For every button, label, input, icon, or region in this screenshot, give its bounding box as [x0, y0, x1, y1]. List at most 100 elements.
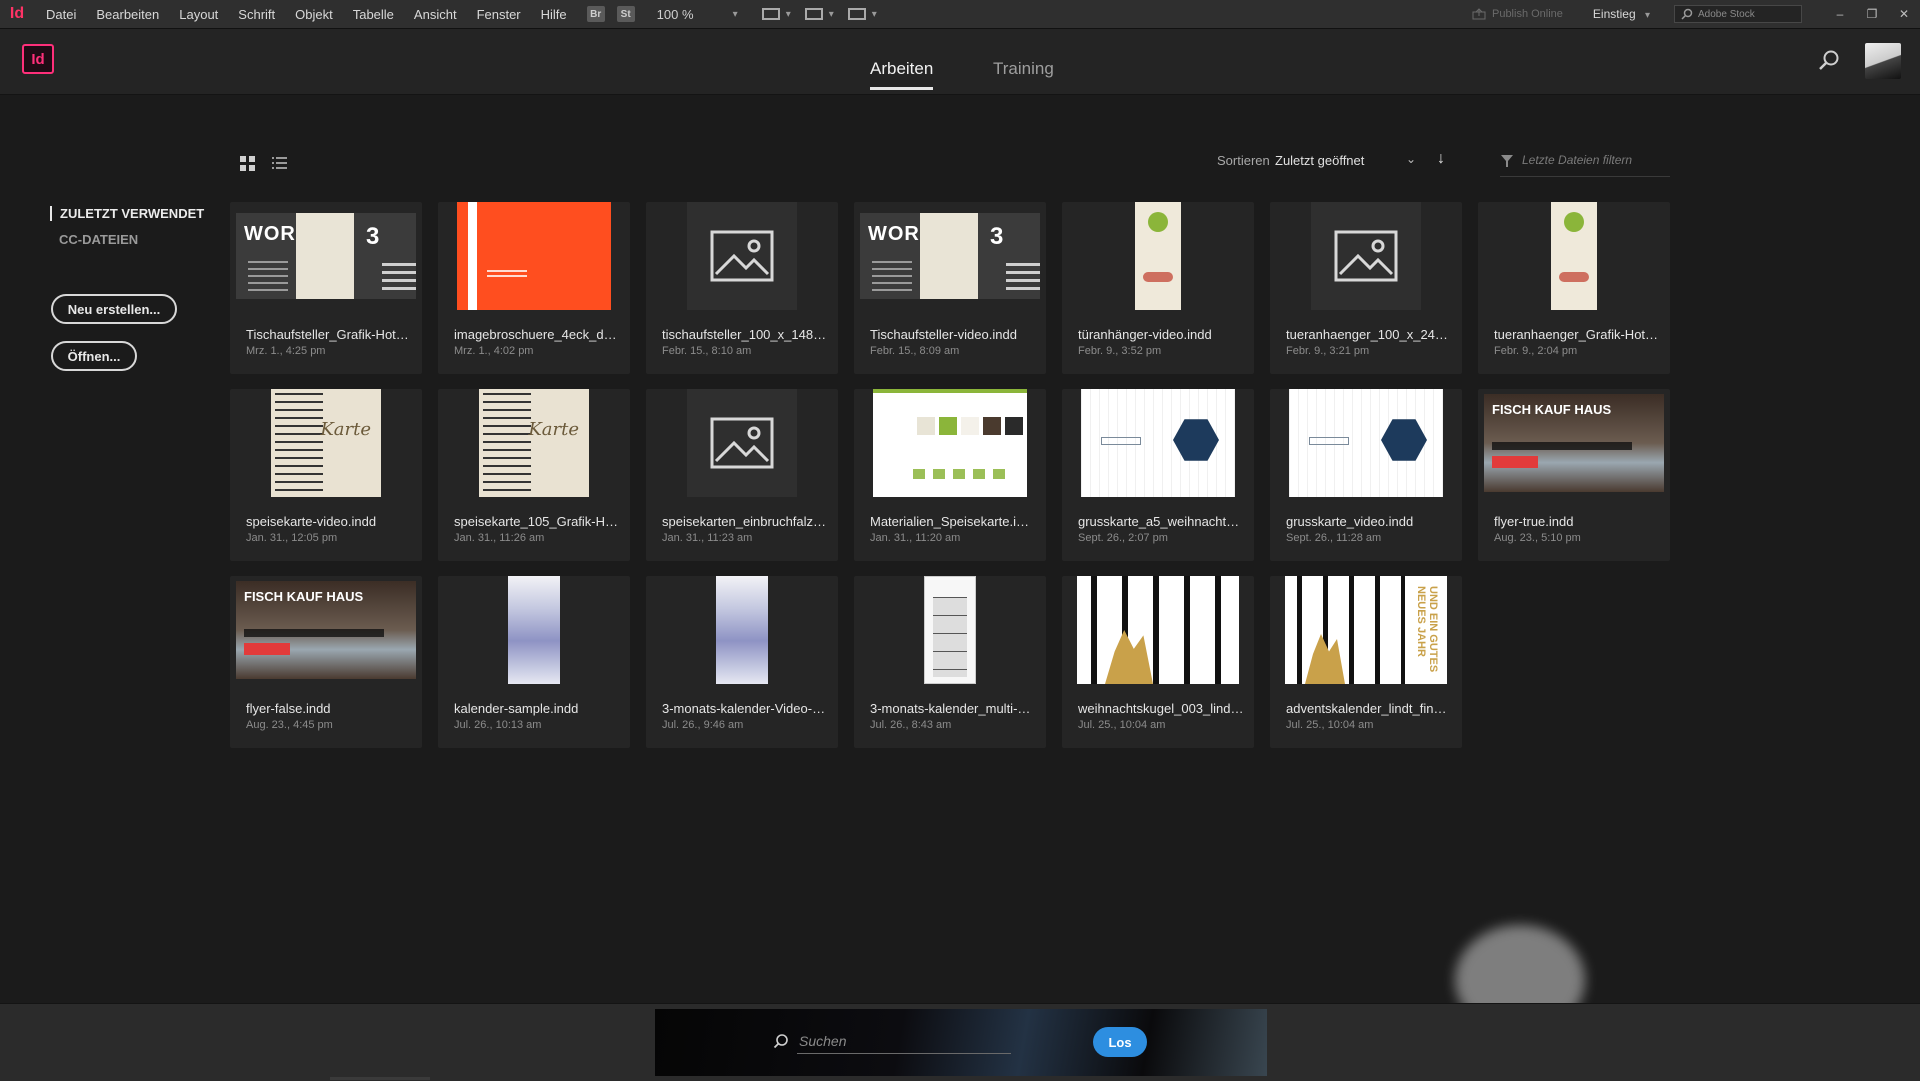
file-card[interactable]: Karte speisekarte_105_Grafik-Hotel.indd … — [438, 389, 630, 561]
bridge-button[interactable]: Br — [586, 6, 605, 22]
file-card[interactable]: speisekarten_einbruchfalz.indd Jan. 31.,… — [646, 389, 838, 561]
arrange-dropdown-icon[interactable]: ▾ — [872, 9, 877, 20]
file-card[interactable]: tueranhaenger_100_x_240_mm.indd Febr. 9.… — [1270, 202, 1462, 374]
file-card[interactable]: tueranhaenger_Grafik-Hotel.indd Febr. 9.… — [1478, 202, 1670, 374]
file-thumbnail: FISCH KAUF HAUS — [236, 576, 416, 684]
tab-arbeiten[interactable]: Arbeiten — [870, 59, 933, 79]
file-name: weihnachtskugel_003_lindt.indd — [1078, 701, 1244, 716]
sidebar-item-cc-files[interactable]: CC-DATEIEN — [59, 232, 138, 247]
menu-datei[interactable]: Datei — [34, 7, 86, 22]
restore-icon[interactable]: ❐ — [1856, 7, 1888, 21]
menu-thumbnail: Karte — [271, 389, 381, 497]
placeholder-thumbnail — [687, 202, 797, 310]
workspace-switcher[interactable]: Einstieg ▾ — [1593, 7, 1656, 21]
bottom-search-bar: Los — [0, 1003, 1920, 1081]
sort-dropdown[interactable]: Zuletzt geöffnet — [1275, 153, 1364, 168]
stock-button[interactable]: St — [616, 6, 635, 22]
search-icon[interactable] — [1818, 49, 1840, 71]
file-date: Sept. 26., 11:28 am — [1286, 532, 1382, 544]
file-date: Jan. 31., 11:23 am — [662, 532, 753, 544]
menu-layout[interactable]: Layout — [169, 7, 228, 22]
file-name: tueranhaenger_100_x_240_mm.indd — [1286, 327, 1452, 342]
file-thumbnail — [1068, 389, 1248, 497]
close-icon[interactable]: ✕ — [1888, 7, 1920, 21]
menu-bearbeiten[interactable]: Bearbeiten — [86, 7, 169, 22]
publish-online-button[interactable]: Publish Online — [1472, 8, 1563, 20]
file-name: grusskarte_video.indd — [1286, 514, 1414, 529]
new-button[interactable]: Neu erstellen... — [51, 294, 177, 324]
file-card[interactable]: grusskarte_a5_weihnachten.indd Sept. 26.… — [1062, 389, 1254, 561]
adobe-stock-search[interactable]: Adobe Stock — [1674, 5, 1802, 23]
menu-ansicht[interactable]: Ansicht — [404, 7, 467, 22]
filter-field[interactable]: Letzte Dateien filtern — [1500, 144, 1670, 177]
file-card[interactable]: weihnachtskugel_003_lindt.indd Jul. 25.,… — [1062, 576, 1254, 748]
file-card[interactable]: WORK3 Tischaufsteller_Grafik-Hotel.indd … — [230, 202, 422, 374]
file-date: Jan. 31., 11:26 am — [454, 532, 545, 544]
thumb-lines — [382, 263, 416, 291]
zoom-level[interactable]: 100 % — [657, 7, 727, 22]
list-view-icon[interactable] — [272, 156, 288, 170]
file-card[interactable]: grusskarte_video.indd Sept. 26., 11:28 a… — [1270, 389, 1462, 561]
publish-icon — [1472, 8, 1486, 20]
file-date: Jul. 25., 10:04 am — [1078, 719, 1166, 731]
zoom-dropdown-icon[interactable]: ▾ — [733, 9, 738, 20]
menu-hilfe[interactable]: Hilfe — [531, 7, 577, 22]
file-name: adventskalender_lindt_final.indd — [1286, 701, 1452, 716]
workspace-label: Einstieg — [1592, 7, 1636, 21]
file-card[interactable]: Karte speisekarte-video.indd Jan. 31., 1… — [230, 389, 422, 561]
file-card[interactable]: Materialien_Speisekarte.indd Jan. 31., 1… — [854, 389, 1046, 561]
workspace-dropdown-icon: ▾ — [1644, 10, 1650, 21]
chevron-down-icon[interactable]: ⌄ — [1406, 152, 1416, 166]
screen-mode-icon[interactable] — [804, 8, 823, 20]
file-card[interactable]: imagebroschuere_4eck_dreh.indd Mrz. 1., … — [438, 202, 630, 374]
view-options-icon[interactable] — [761, 8, 780, 20]
menu-fenster[interactable]: Fenster — [467, 7, 531, 22]
grid-view-icon[interactable] — [240, 156, 255, 171]
tab-training[interactable]: Training — [993, 59, 1054, 79]
sort-direction-icon[interactable]: ↓ — [1437, 150, 1445, 168]
file-name: Materialien_Speisekarte.indd — [870, 514, 1036, 529]
greeting-card-thumbnail — [1081, 389, 1235, 497]
sidebar-item-recent[interactable]: ZULETZT VERWENDET — [50, 206, 204, 221]
file-card[interactable]: tischaufsteller_100_x_148_mm.indd Febr. … — [646, 202, 838, 374]
thumb-bar — [1101, 437, 1141, 445]
leaf-row — [913, 469, 1013, 479]
file-thumbnail: Karte — [444, 389, 624, 497]
thumb-bar — [1492, 442, 1632, 450]
menu-schrift[interactable]: Schrift — [228, 7, 285, 22]
search-panel: Los — [655, 1009, 1267, 1076]
file-card[interactable]: kalender-sample.indd Jul. 26., 10:13 am — [438, 576, 630, 748]
work-thumbnail: WORK 3 — [860, 213, 1040, 299]
view-options-dropdown-icon[interactable]: ▾ — [786, 9, 791, 20]
door-hanger-thumbnail — [1551, 202, 1597, 310]
menu-tabelle[interactable]: Tabelle — [343, 7, 404, 22]
file-card[interactable]: 3-monats-kalender-Video-Training.indd Ju… — [646, 576, 838, 748]
file-card[interactable]: türanhänger-video.indd Febr. 9., 3:52 pm — [1062, 202, 1254, 374]
file-card[interactable]: WORK 3 Tischaufsteller-video.indd Febr. 1… — [854, 202, 1046, 374]
file-date: Jan. 31., 12:05 pm — [246, 532, 338, 544]
file-thumbnail — [444, 202, 624, 310]
indesign-logo: Id — [22, 44, 54, 74]
minimize-icon[interactable]: – — [1824, 7, 1856, 21]
search-icon — [1681, 8, 1693, 20]
file-name: flyer-false.indd — [246, 701, 331, 716]
file-card[interactable]: FISCH KAUF HAUS flyer-false.indd Aug. 23… — [230, 576, 422, 748]
search-go-button[interactable]: Los — [1093, 1027, 1147, 1057]
file-card[interactable]: UND EIN GUTES NEUES JAHR adventskalender… — [1270, 576, 1462, 748]
arrange-documents-icon[interactable] — [847, 8, 866, 20]
orange-brochure-thumbnail — [457, 202, 611, 310]
adobe-stock-placeholder: Adobe Stock — [1698, 8, 1755, 20]
user-avatar[interactable] — [1865, 43, 1901, 79]
thumb-bar — [244, 629, 384, 637]
file-date: Sept. 26., 2:07 pm — [1078, 532, 1168, 544]
menu-objekt[interactable]: Objekt — [285, 7, 343, 22]
file-card[interactable]: FISCH KAUF HAUS flyer-true.indd Aug. 23.… — [1478, 389, 1670, 561]
open-button[interactable]: Öffnen... — [51, 341, 137, 371]
screen-mode-dropdown-icon[interactable]: ▾ — [829, 9, 834, 20]
placeholder-thumbnail — [687, 389, 797, 497]
thumb-panel — [920, 213, 978, 299]
file-card[interactable]: 3-monats-kalender_multi-page.indd Jul. 2… — [854, 576, 1046, 748]
file-date: Mrz. 1., 4:25 pm — [246, 345, 326, 357]
file-name: 3-monats-kalender-Video-Training.indd — [662, 701, 828, 716]
search-input[interactable] — [797, 1029, 1011, 1054]
